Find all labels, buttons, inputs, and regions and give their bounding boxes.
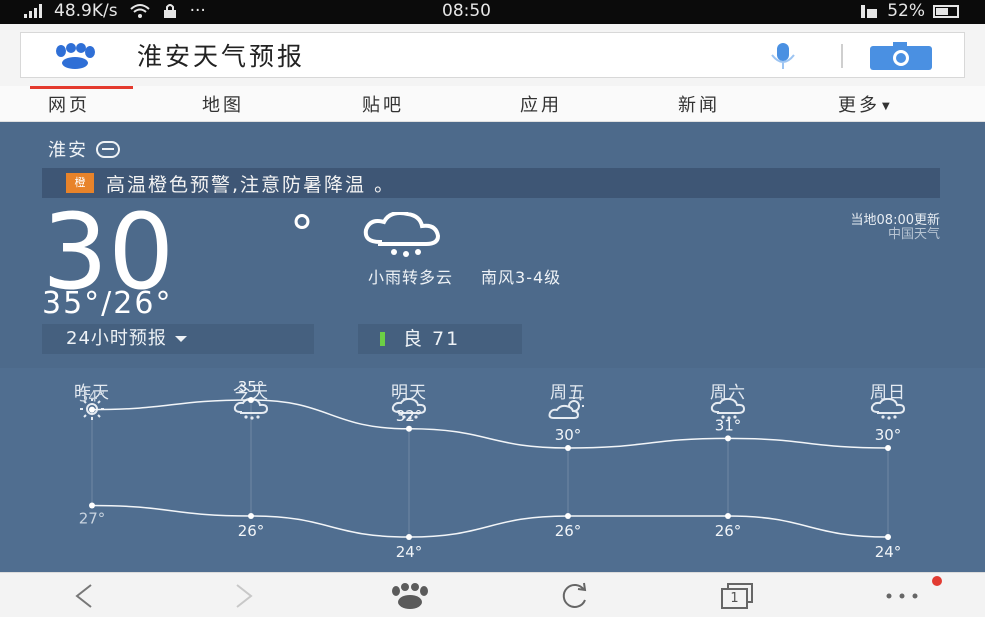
- microphone-icon[interactable]: [765, 41, 801, 71]
- low-temp-label: 27°: [79, 510, 106, 528]
- current-condition: 小雨转多云 南风3-4级: [368, 264, 589, 288]
- tab-map[interactable]: 地图: [202, 91, 244, 117]
- low-temp-point: [406, 534, 412, 540]
- more-dots-icon: [886, 593, 918, 598]
- search-header: [0, 24, 985, 86]
- sim-icon: [861, 4, 878, 18]
- low-temp-point: [725, 513, 731, 519]
- city-selector[interactable]: 淮安: [48, 136, 120, 162]
- forward-button[interactable]: [214, 573, 274, 617]
- tab-apps[interactable]: 应用: [520, 91, 562, 117]
- low-temp-label: 26°: [238, 522, 265, 540]
- tab-web[interactable]: 网页: [48, 91, 90, 117]
- search-divider: [841, 44, 843, 68]
- low-temp-line: [91, 504, 889, 538]
- notification-dot: [932, 576, 942, 586]
- refresh-icon: [562, 582, 587, 608]
- search-tabs: 网页 地图 贴吧 应用 新闻 更多 ▼: [0, 86, 985, 122]
- clock: 08:50: [442, 1, 491, 21]
- condition-text: 小雨转多云: [368, 268, 454, 287]
- high-temp-point: [248, 397, 254, 403]
- chevron-left-icon: [75, 583, 92, 608]
- status-bar: 48.9K/s ··· 08:50 52%: [0, 0, 985, 24]
- caret-down-icon: [174, 336, 187, 342]
- search-input[interactable]: [137, 37, 737, 73]
- high-temp-point: [406, 425, 412, 432]
- battery-percent: 52%: [887, 1, 925, 21]
- alert-badge: 橙: [66, 173, 94, 193]
- tab-count: 1: [721, 587, 748, 609]
- high-temp-label: 30°: [555, 426, 582, 444]
- degree-symbol: °: [290, 206, 314, 262]
- update-time: 当地08:00更新: [850, 213, 940, 228]
- baidu-paw-icon: [392, 582, 428, 609]
- tabs-icon: 1: [721, 582, 755, 609]
- high-temp-line: [91, 399, 889, 449]
- city-name: 淮安: [48, 140, 88, 161]
- high-temp-label: 35°: [238, 378, 265, 396]
- net-speed: 48.9K/s: [54, 1, 118, 21]
- low-temp-label: 24°: [396, 543, 423, 561]
- data-source: 中国天气: [887, 227, 940, 242]
- chevron-right-icon: [236, 583, 253, 608]
- status-more-icon: ···: [189, 1, 206, 21]
- wind-text: 南风3-4级: [481, 268, 562, 287]
- aqi-level-icon: [380, 332, 385, 346]
- temperature-range: 35°/26°: [42, 286, 173, 321]
- baidu-paw-icon: [56, 43, 95, 69]
- low-temp-point: [885, 534, 891, 540]
- low-temp-point: [565, 513, 571, 519]
- low-temp-label: 26°: [715, 522, 742, 540]
- browser-bottom-nav: 1: [0, 572, 985, 617]
- tab-tieba[interactable]: 贴吧: [362, 91, 404, 117]
- switch-city-icon: [96, 140, 120, 158]
- hourly-forecast-label: 24小时预报: [66, 328, 167, 349]
- forecast-panel: 昨天 今天 明天 周五 周六 周日 34° 35° 32° 30° 31° 30…: [0, 368, 985, 572]
- back-button[interactable]: [54, 573, 114, 617]
- camera-icon[interactable]: [869, 41, 933, 71]
- tab-news[interactable]: 新闻: [678, 91, 720, 117]
- high-temp-label: 30°: [875, 426, 902, 444]
- high-temp-label: 32°: [396, 407, 423, 425]
- high-temp-label: 31°: [715, 416, 742, 434]
- low-temp-label: 24°: [875, 543, 902, 561]
- search-bar[interactable]: [20, 32, 965, 78]
- update-info: 当地08:00更新 中国天气: [851, 214, 940, 242]
- aqi-text: 良 71: [403, 328, 461, 350]
- high-temp-point: [885, 445, 891, 451]
- menu-button[interactable]: [872, 573, 932, 617]
- signal-icon: [24, 4, 42, 18]
- weather-alert[interactable]: 橙 高温橙色预警,注意防暑降温 。: [42, 168, 940, 198]
- air-quality-badge[interactable]: 良 71: [358, 324, 522, 354]
- home-button[interactable]: [380, 573, 440, 617]
- refresh-button[interactable]: [544, 573, 604, 617]
- high-temp-label: 34°: [79, 388, 106, 406]
- chevron-down-icon: ▼: [882, 101, 893, 112]
- high-temp-point: [89, 406, 95, 413]
- temperature-chart: 34° 35° 32° 30° 31° 30° 27° 26° 24° 26° 26° 24°: [79, 378, 902, 561]
- tabs-button[interactable]: 1: [708, 573, 768, 617]
- tab-more-label: 更多: [838, 95, 880, 116]
- hourly-forecast-button[interactable]: 24小时预报: [42, 324, 314, 354]
- weather-card[interactable]: 淮安 橙 高温橙色预警,注意防暑降温 。 30 ° 小雨转多云 南风3-4级 当地…: [0, 122, 985, 572]
- low-temp-point: [89, 502, 95, 509]
- low-temp-label: 26°: [555, 522, 582, 540]
- tab-more[interactable]: 更多 ▼: [838, 91, 893, 117]
- wifi-icon: [129, 4, 150, 18]
- high-temp-point: [565, 445, 571, 451]
- low-temp-point: [248, 513, 254, 519]
- active-tab-indicator: [30, 86, 133, 89]
- battery-icon: [933, 4, 959, 18]
- rain-cloud-icon: [363, 212, 441, 257]
- high-temp-point: [725, 435, 731, 442]
- lock-icon: [163, 4, 176, 18]
